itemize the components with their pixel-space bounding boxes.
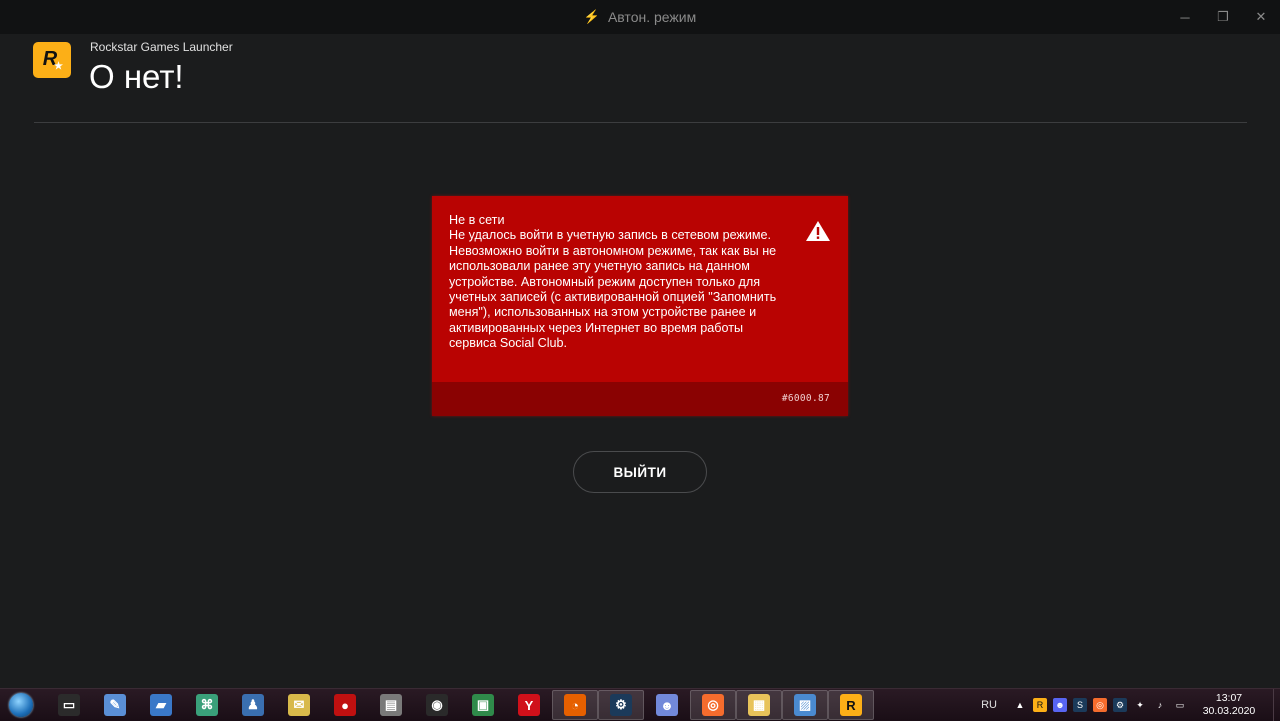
close-button[interactable]: ✕ xyxy=(1242,0,1280,34)
rockstar-launcher-icon: R xyxy=(840,694,862,716)
taskbar-app-folder-sync[interactable]: ✉ xyxy=(276,690,322,720)
title-bar-center: ⚡ Автон. режим xyxy=(0,0,1280,34)
window-controls: ─ ❐ ✕ xyxy=(1166,0,1280,34)
taskbar-app-users[interactable]: ♟ xyxy=(230,690,276,720)
error-code: #6000.87 xyxy=(781,393,830,404)
monitor-icon: ▣ xyxy=(472,694,494,716)
warning-icon xyxy=(806,221,830,241)
taskbar: ▭ ✎ ▰ ⌘ ♟ ✉ ● ▤ ◉ ▣ Y ◔ ⚙ ☻ ◎ ▦ ▨ R RU ▲ R ☻ S ◎ ⚙ ✦ ♪ ▭ 13:07 30… xyxy=(0,688,1280,721)
explorer-icon: ▦ xyxy=(748,694,770,716)
window-title: Автон. режим xyxy=(607,9,697,25)
drive-icon: ▰ xyxy=(150,694,172,716)
taskbar-app-explorer[interactable]: ▦ xyxy=(736,690,782,720)
error-message: Не в сети Не удалось войти в учетную запи… xyxy=(449,213,789,352)
error-line: Невозможно войти в автономном режиме, та… xyxy=(449,243,777,258)
minimize-button[interactable]: ─ xyxy=(1166,0,1204,34)
tray-volume-icon[interactable]: ♪ xyxy=(1153,698,1167,712)
error-line: использовали ранее эту учетную запись на… xyxy=(449,259,750,274)
tray-steam2-icon[interactable]: ⚙ xyxy=(1113,698,1127,712)
taskbar-app-drive[interactable]: ▰ xyxy=(138,690,184,720)
taskbar-app-terminal[interactable]: ▭ xyxy=(46,690,92,720)
terminal-icon: ▭ xyxy=(58,694,80,716)
steam-icon: ⚙ xyxy=(610,694,632,716)
record-icon: ● xyxy=(334,694,356,716)
page-title: О нет! xyxy=(89,58,184,95)
tray-icons: ▲ R ☻ S ◎ ⚙ ✦ ♪ ▭ xyxy=(1013,698,1187,712)
restore-button[interactable]: ❐ xyxy=(1204,0,1242,34)
taskbar-app-obs[interactable]: ◉ xyxy=(414,690,460,720)
taskbar-app-steam[interactable]: ⚙ xyxy=(598,690,644,720)
exit-button[interactable]: ВЫЙТИ xyxy=(573,451,707,493)
clock[interactable]: 13:07 30.03.2020 xyxy=(1199,692,1259,718)
rockstar-logo-icon: R ★ xyxy=(33,42,71,78)
error-line: меня"), использованных на этом устройств… xyxy=(449,305,757,320)
taskbar-app-network[interactable]: ⌘ xyxy=(184,690,230,720)
tray-steam-icon[interactable]: S xyxy=(1073,698,1087,712)
yandex-browser-icon: Y xyxy=(518,694,540,716)
origin-icon: ◎ xyxy=(702,694,724,716)
error-line: Не в сети xyxy=(449,213,505,227)
tray-action-center-icon[interactable]: ▭ xyxy=(1173,698,1187,712)
error-line: сервиса Social Club. xyxy=(449,336,568,351)
tray-expand-icon[interactable]: ▲ xyxy=(1013,698,1027,712)
folder-sync-icon: ✉ xyxy=(288,694,310,716)
windows-logo-icon xyxy=(9,693,33,717)
tray-origin-icon[interactable]: ◎ xyxy=(1093,698,1107,712)
system-tray: RU ▲ R ☻ S ◎ ⚙ ✦ ♪ ▭ 13:07 30.03.2020 xyxy=(981,689,1280,721)
offline-bolt-icon: ⚡ xyxy=(583,9,600,24)
taskbar-app-record[interactable]: ● xyxy=(322,690,368,720)
paint-icon: ✎ xyxy=(104,694,126,716)
start-button[interactable] xyxy=(5,690,37,720)
taskbar-apps: ▭ ✎ ▰ ⌘ ♟ ✉ ● ▤ ◉ ▣ Y ◔ ⚙ ☻ ◎ ▦ ▨ R xyxy=(46,690,874,720)
tray-rockstar-icon[interactable]: R xyxy=(1033,698,1047,712)
users-icon: ♟ xyxy=(242,694,264,716)
obs-icon: ◉ xyxy=(426,694,448,716)
error-line: устройстве. Автономный режим доступен то… xyxy=(449,274,761,289)
tray-network-icon[interactable]: ✦ xyxy=(1133,698,1147,712)
network-icon: ⌘ xyxy=(196,694,218,716)
taskbar-app-paint[interactable]: ✎ xyxy=(92,690,138,720)
error-card: Не в сети Не удалось войти в учетную запи… xyxy=(432,196,848,416)
launcher-window: ⚡ Автон. режим ─ ❐ ✕ R ★ Rockstar Games … xyxy=(0,0,1280,688)
error-line: учетных записей (с активированной опцией… xyxy=(449,290,777,305)
taskbar-app-yandex-browser[interactable]: Y xyxy=(506,690,552,720)
error-footer: #6000.87 xyxy=(432,382,848,416)
taskbar-app-discord[interactable]: ☻ xyxy=(644,690,690,720)
archive-icon: ▤ xyxy=(380,694,402,716)
discord-icon: ☻ xyxy=(656,694,678,716)
app-name: Rockstar Games Launcher xyxy=(90,40,233,54)
clock-date: 30.03.2020 xyxy=(1202,705,1256,717)
header-divider xyxy=(34,122,1247,123)
show-desktop-button[interactable] xyxy=(1273,689,1280,721)
clock-time: 13:07 xyxy=(1215,692,1243,704)
taskbar-app-rockstar-launcher[interactable]: R xyxy=(828,690,874,720)
logo-star-icon: ★ xyxy=(54,61,63,72)
taskbar-app-archive[interactable]: ▤ xyxy=(368,690,414,720)
image-viewer-icon: ▨ xyxy=(794,694,816,716)
taskbar-app-origin[interactable]: ◎ xyxy=(690,690,736,720)
firefox-icon: ◔ xyxy=(564,694,586,716)
error-line: активированных через Интернет во время р… xyxy=(449,320,744,335)
title-bar: ⚡ Автон. режим ─ ❐ ✕ xyxy=(0,0,1280,34)
taskbar-app-monitor[interactable]: ▣ xyxy=(460,690,506,720)
error-line: Не удалось войти в учетную запись в сете… xyxy=(449,228,772,243)
language-indicator[interactable]: RU xyxy=(981,699,997,711)
tray-discord-icon[interactable]: ☻ xyxy=(1053,698,1067,712)
taskbar-app-image-viewer[interactable]: ▨ xyxy=(782,690,828,720)
taskbar-app-firefox[interactable]: ◔ xyxy=(552,690,598,720)
